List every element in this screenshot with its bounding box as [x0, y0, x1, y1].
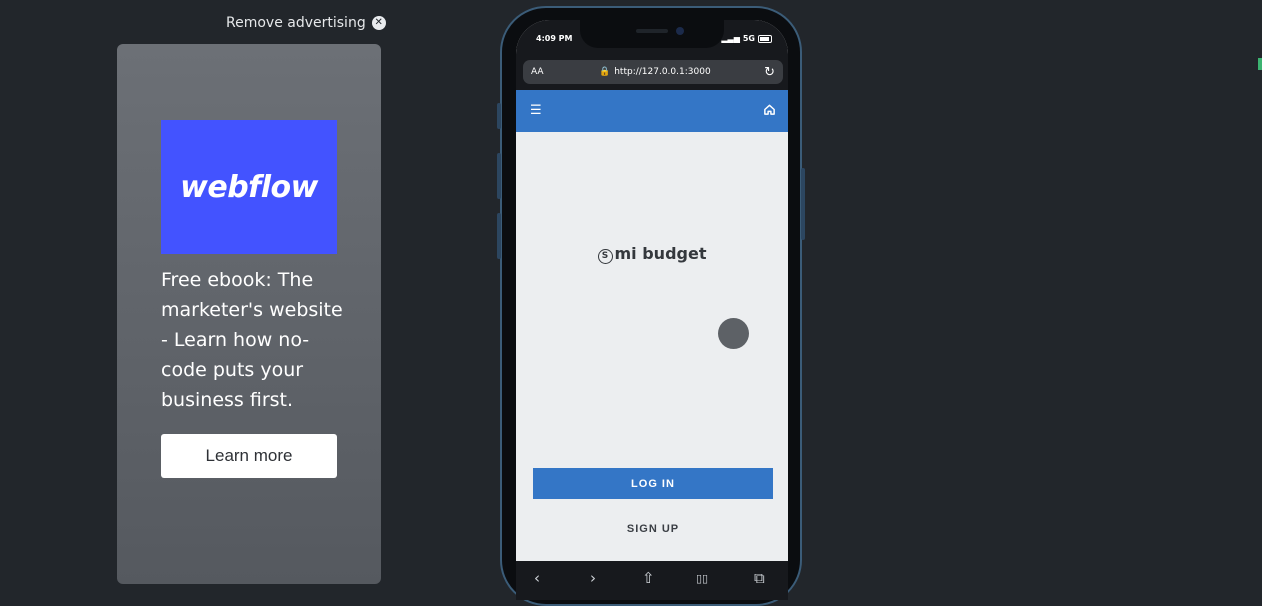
- tabs-icon[interactable]: ⧉: [754, 569, 765, 587]
- app-brand: Smi budget: [516, 244, 788, 264]
- log-in-button[interactable]: LOG IN: [533, 468, 773, 499]
- status-indicator: [1258, 58, 1262, 70]
- app-header: ☰: [516, 90, 788, 132]
- close-icon[interactable]: ✕: [371, 16, 386, 30]
- webflow-logo[interactable]: webflow: [161, 120, 337, 254]
- signal-bars-icon: ▂▃▅: [721, 34, 740, 43]
- back-icon[interactable]: ‹: [534, 569, 540, 587]
- remove-advertising-label: Remove advertising: [226, 15, 366, 31]
- lock-icon: 🔒: [599, 67, 611, 77]
- forward-icon[interactable]: ›: [590, 569, 596, 587]
- phone-mockup: 4:09 PM ▂▃▅ 5G AA 🔒 http://127.0.0.1:300…: [497, 6, 805, 606]
- ad-body-text: Free ebook: The marketer's website - Lea…: [161, 269, 343, 411]
- menu-collapse-icon[interactable]: ☰: [530, 103, 542, 118]
- reload-icon[interactable]: ↻: [764, 65, 775, 80]
- phone-notch: [580, 20, 724, 48]
- browser-address-bar: AA 🔒 http://127.0.0.1:3000 ↻: [516, 58, 788, 90]
- touch-indicator: [718, 318, 749, 349]
- learn-more-button[interactable]: Learn more: [161, 434, 337, 478]
- status-time: 4:09 PM: [536, 34, 573, 43]
- phone-volume-up: [497, 153, 501, 199]
- browser-toolbar: ‹ › ⇧ ▯▯ ⧉: [516, 561, 788, 600]
- home-icon[interactable]: [763, 101, 776, 120]
- phone-mute-switch: [497, 103, 501, 129]
- network-label: 5G: [742, 34, 755, 43]
- battery-icon: [758, 34, 772, 43]
- url-text-wrap: 🔒 http://127.0.0.1:3000: [599, 67, 711, 77]
- phone-volume-down: [497, 213, 501, 259]
- url-field[interactable]: AA 🔒 http://127.0.0.1:3000 ↻: [523, 60, 783, 84]
- ad-card: webflow Free ebook: The marketer's websi…: [117, 44, 381, 584]
- sign-up-button[interactable]: SIGN UP: [533, 514, 773, 544]
- share-icon[interactable]: ⇧: [642, 569, 655, 587]
- phone-power-button: [801, 168, 805, 240]
- bookmarks-icon[interactable]: ▯▯: [696, 572, 708, 585]
- dollar-coin-icon: S: [597, 249, 613, 264]
- text-size-button[interactable]: AA: [531, 67, 544, 77]
- brand-name: mi budget: [614, 244, 707, 263]
- remove-advertising-link[interactable]: Remove advertising ✕: [226, 15, 386, 31]
- phone-screen: 4:09 PM ▂▃▅ 5G AA 🔒 http://127.0.0.1:300…: [516, 20, 788, 600]
- url-text: http://127.0.0.1:3000: [614, 67, 711, 77]
- status-signal: ▂▃▅ 5G: [721, 34, 772, 43]
